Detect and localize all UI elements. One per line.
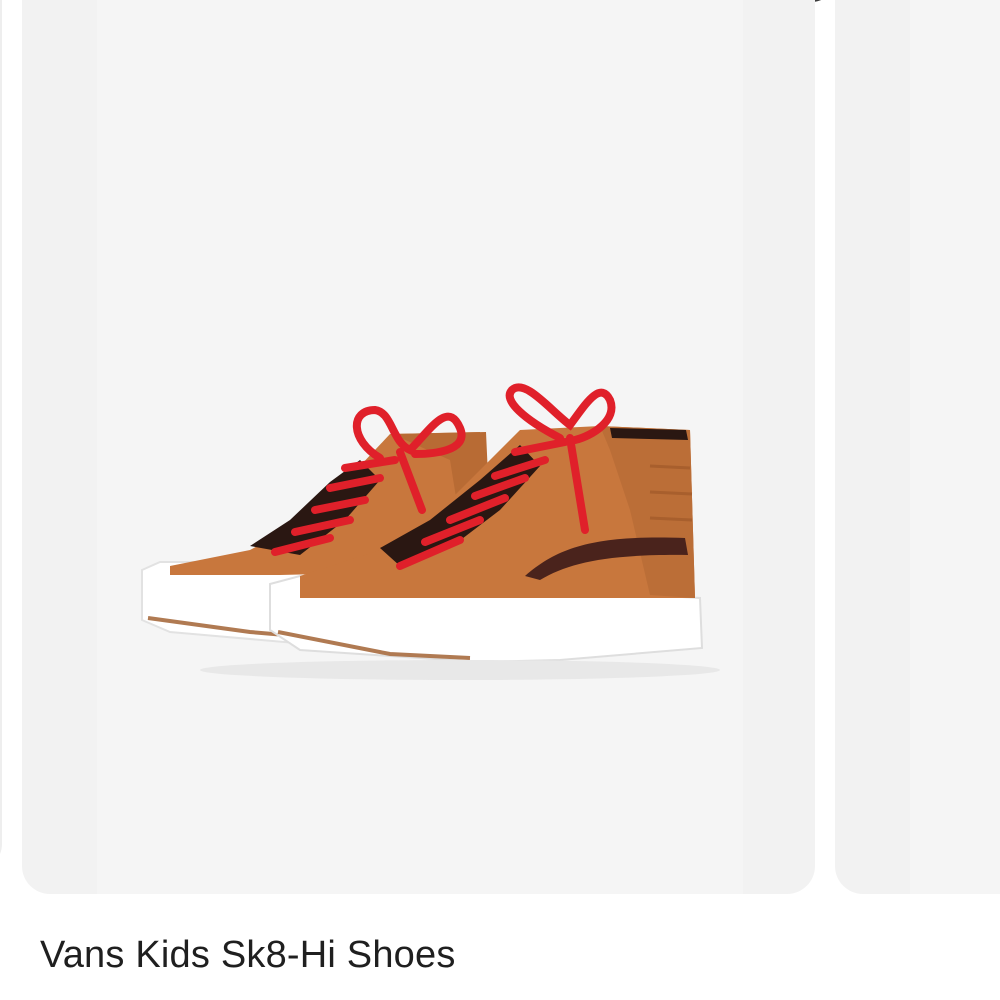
product-carousel-screen: Vans Kids Sk8-Hi Shoes	[0, 0, 1000, 1000]
product-title[interactable]: Vans Kids Sk8-Hi Shoes	[40, 934, 456, 977]
previous-card-edge[interactable]	[0, 0, 2, 870]
next-card-backdrop	[910, 0, 1000, 894]
sneakers-image	[141, 383, 720, 680]
shadow	[200, 660, 720, 680]
next-card-peek[interactable]	[835, 0, 1000, 894]
